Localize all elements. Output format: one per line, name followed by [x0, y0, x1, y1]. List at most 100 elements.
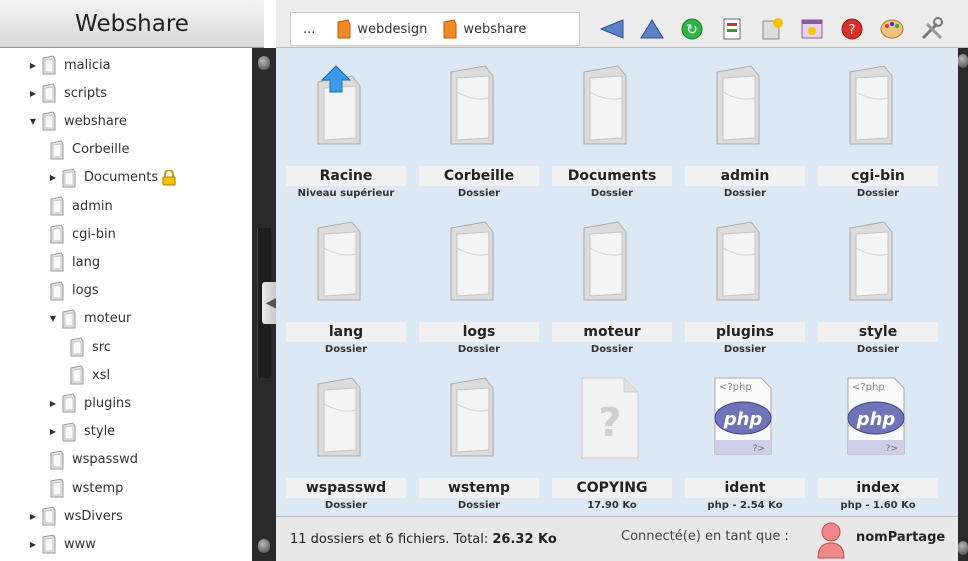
folder-tile[interactable]: plugins Dossier	[681, 212, 805, 362]
tree-item[interactable]: ▼ moteur	[48, 308, 131, 330]
scroll-down-knob[interactable]	[958, 541, 968, 555]
tree-item[interactable]: ▶ www	[28, 533, 96, 555]
sort-icon	[723, 18, 741, 40]
tree-item[interactable]: ▶logs	[48, 280, 99, 302]
tile-subtitle: Dossier	[457, 500, 501, 511]
tree-item[interactable]: ▶wstemp	[48, 477, 123, 499]
tile-subtitle: Dossier	[324, 500, 368, 511]
scroll-up-knob[interactable]	[258, 56, 270, 70]
file-tile[interactable]: <?php php ?> index php - 1.60 Ko	[814, 368, 938, 518]
tile-name: wspasswd	[286, 478, 406, 498]
tile-name: lang	[286, 322, 406, 342]
tree-item[interactable]: ▶ Documents	[48, 167, 176, 189]
folder-tile[interactable]: wstemp Dossier	[415, 368, 539, 518]
folder-icon	[312, 218, 376, 304]
status-summary: 11 dossiers et 6 fichiers. Total: 26.32 …	[290, 532, 557, 547]
expanded-triangle-icon[interactable]: ▼	[48, 314, 58, 324]
collapsed-triangle-icon[interactable]: ▶	[48, 173, 58, 183]
tree-item[interactable]: ▶admin	[48, 195, 113, 217]
settings-button[interactable]	[918, 15, 946, 43]
tree-item[interactable]: ▼ webshare	[28, 110, 127, 132]
tree-item[interactable]: ▶wspasswd	[48, 449, 138, 471]
scroll-up-knob[interactable]	[958, 54, 968, 68]
tree-item-label: malicia	[64, 57, 111, 73]
new-window-button[interactable]	[798, 15, 826, 43]
tree-item[interactable]: ▶ malicia	[28, 54, 111, 76]
tree-item-label: lang	[72, 254, 101, 270]
tile-subtitle: php - 2.54 Ko	[707, 500, 783, 511]
tree-item[interactable]: ▶src	[68, 336, 111, 358]
folder-icon	[445, 218, 509, 304]
refresh-icon: ↻	[681, 18, 703, 40]
svg-text:php: php	[856, 409, 896, 430]
collapsed-triangle-icon[interactable]: ▶	[28, 60, 38, 70]
folder-icon	[68, 365, 88, 385]
unknown-file-icon: ?	[578, 374, 642, 460]
tree-item-label: scripts	[64, 85, 107, 101]
breadcrumb-item-webdesign[interactable]: webdesign	[335, 18, 427, 40]
folder-tile[interactable]: lang Dossier	[282, 212, 406, 362]
folder-icon	[578, 62, 642, 148]
folder-icon	[40, 111, 60, 131]
breadcrumb-item-webshare[interactable]: webshare	[441, 18, 526, 40]
folder-icon	[48, 196, 68, 216]
tree-item[interactable]: ▶ style	[48, 421, 115, 443]
lock-icon	[162, 168, 176, 186]
back-button[interactable]	[598, 15, 626, 43]
svg-text:↻: ↻	[686, 22, 698, 38]
tree-item[interactable]: ▶ plugins	[48, 392, 131, 414]
chevron-left-icon: ◀	[265, 295, 277, 311]
refresh-button[interactable]: ↻	[678, 15, 706, 43]
tree-item[interactable]: ▶Corbeille	[48, 139, 129, 161]
sort-button[interactable]	[718, 15, 746, 43]
tree-item[interactable]: ▶xsl	[68, 364, 110, 386]
file-tile[interactable]: ? COPYING 17.90 Ko	[548, 368, 672, 518]
tile-subtitle: php - 1.60 Ko	[840, 500, 916, 511]
folder-icon	[445, 62, 509, 148]
tile-name: admin	[685, 166, 805, 186]
username[interactable]: nomPartage	[856, 530, 945, 545]
folder-tile[interactable]: admin Dossier	[681, 56, 805, 206]
php-file-icon: <?php php ?>	[711, 374, 775, 460]
breadcrumb-ellipsis[interactable]: ...	[303, 22, 315, 37]
svg-text:?>: ?>	[753, 444, 765, 454]
tile-name: Corbeille	[419, 166, 539, 186]
folder-tile[interactable]: style Dossier	[814, 212, 938, 362]
back-arrow-icon	[599, 19, 624, 39]
tree-item[interactable]: ▶ wsDivers	[28, 505, 123, 527]
folder-tile[interactable]: logs Dossier	[415, 212, 539, 362]
tile-name: logs	[419, 322, 539, 342]
new-file-button[interactable]	[758, 15, 786, 43]
help-button[interactable]: ?	[838, 15, 866, 43]
folder-tile[interactable]: wspasswd Dossier	[282, 368, 406, 518]
folder-icon	[40, 534, 60, 554]
up-button[interactable]	[638, 15, 666, 43]
folder-tile[interactable]: Documents Dossier	[548, 56, 672, 206]
expanded-triangle-icon[interactable]: ▼	[28, 116, 38, 126]
tree-item-label: style	[84, 424, 116, 440]
collapsed-triangle-icon[interactable]: ▶	[48, 427, 58, 437]
file-tile[interactable]: <?php php ?> ident php - 2.54 Ko	[681, 368, 805, 518]
folder-icon	[844, 218, 908, 304]
folder-tile[interactable]: Racine Niveau supérieur	[282, 56, 406, 206]
main-scrollbar[interactable]	[958, 48, 968, 561]
tree-item[interactable]: ▶lang	[48, 251, 100, 273]
breadcrumb-label: webdesign	[357, 21, 428, 37]
tree-item-label: wspasswd	[72, 452, 139, 468]
collapsed-triangle-icon[interactable]: ▶	[28, 88, 38, 98]
folder-tile[interactable]: moteur Dossier	[548, 212, 672, 362]
folder-icon	[48, 450, 68, 470]
collapsed-triangle-icon[interactable]: ▶	[28, 511, 38, 521]
user-avatar-icon[interactable]	[816, 521, 846, 559]
collapsed-triangle-icon[interactable]: ▶	[48, 398, 58, 408]
tree-item[interactable]: ▶cgi-bin	[48, 223, 116, 245]
scroll-down-knob[interactable]	[258, 539, 270, 553]
folder-tile[interactable]: Corbeille Dossier	[415, 56, 539, 206]
folder-tile[interactable]: cgi-bin Dossier	[814, 56, 938, 206]
theme-button[interactable]	[878, 15, 906, 43]
tree-item[interactable]: ▶ scripts	[28, 82, 107, 104]
tree-item-label: plugins	[84, 395, 131, 411]
collapsed-triangle-icon[interactable]: ▶	[28, 539, 38, 549]
tree-item-label: wstemp	[72, 480, 124, 496]
new-file-icon	[762, 18, 783, 40]
